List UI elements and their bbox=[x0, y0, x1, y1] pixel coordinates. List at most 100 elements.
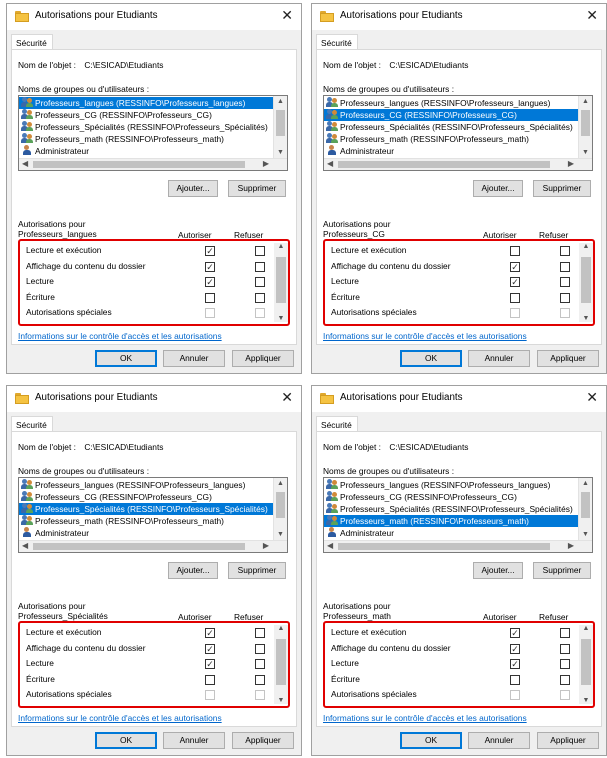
permissions-scrollbar[interactable]: ▲ ▼ bbox=[579, 243, 593, 322]
list-item[interactable]: Professeurs_langues (RESSINFO\Professeur… bbox=[19, 97, 273, 109]
close-icon[interactable]: ✕ bbox=[281, 389, 293, 405]
scroll-thumb[interactable] bbox=[276, 110, 285, 136]
list-item[interactable]: Professeurs_math (RESSINFO\Professeurs_m… bbox=[324, 515, 578, 527]
scroll-down-icon[interactable]: ▼ bbox=[579, 315, 593, 322]
allow-checkbox[interactable] bbox=[510, 246, 520, 256]
add-button[interactable]: Ajouter... bbox=[168, 180, 218, 197]
deny-checkbox[interactable] bbox=[560, 628, 570, 638]
scroll-right-icon[interactable]: ▶ bbox=[263, 541, 269, 550]
list-item[interactable]: Professeurs_langues (RESSINFO\Professeur… bbox=[324, 97, 578, 109]
scroll-up-icon[interactable]: ▲ bbox=[274, 480, 287, 487]
ok-button[interactable]: OK bbox=[400, 350, 462, 367]
scroll-down-icon[interactable]: ▼ bbox=[274, 149, 287, 156]
scroll-up-icon[interactable]: ▲ bbox=[274, 243, 288, 250]
deny-checkbox[interactable] bbox=[560, 261, 570, 272]
tab-security[interactable]: Sécurité bbox=[316, 34, 358, 50]
list-item[interactable]: Professeurs_math (RESSINFO\Professeurs_m… bbox=[324, 133, 578, 145]
list-item[interactable]: Professeurs_math (RESSINFO\Professeurs_m… bbox=[19, 133, 273, 145]
list-item[interactable]: Professeurs_CG (RESSINFO\Professeurs_CG) bbox=[324, 109, 578, 121]
groups-horizontal-scrollbar[interactable]: ◀ ▶ bbox=[19, 540, 287, 552]
list-item[interactable]: Professeurs_CG (RESSINFO\Professeurs_CG) bbox=[324, 491, 578, 503]
allow-checkbox[interactable] bbox=[205, 674, 215, 685]
list-item[interactable]: Professeurs_Spécialités (RESSINFO\Profes… bbox=[324, 503, 578, 515]
scroll-up-icon[interactable]: ▲ bbox=[579, 480, 592, 487]
list-item[interactable]: Professeurs_CG (RESSINFO\Professeurs_CG) bbox=[19, 109, 273, 121]
ok-button[interactable]: OK bbox=[95, 350, 157, 367]
allow-checkbox[interactable]: ✓ bbox=[510, 261, 520, 272]
scroll-right-icon[interactable]: ▶ bbox=[263, 159, 269, 168]
allow-checkbox[interactable]: ✓ bbox=[510, 643, 520, 654]
scroll-up-icon[interactable]: ▲ bbox=[274, 98, 287, 105]
scroll-thumb[interactable] bbox=[33, 161, 245, 168]
groups-listbox[interactable]: Professeurs_langues (RESSINFO\Professeur… bbox=[323, 95, 593, 171]
permissions-scrollbar[interactable]: ▲ ▼ bbox=[274, 243, 288, 322]
access-control-info-link[interactable]: Informations sur le contrôle d'accès et … bbox=[323, 331, 527, 341]
scroll-left-icon[interactable]: ◀ bbox=[22, 159, 28, 168]
deny-checkbox[interactable] bbox=[255, 277, 265, 287]
close-icon[interactable]: ✕ bbox=[281, 7, 293, 23]
allow-checkbox[interactable]: ✓ bbox=[510, 277, 520, 287]
scroll-thumb[interactable] bbox=[33, 543, 245, 550]
scroll-thumb[interactable] bbox=[276, 492, 285, 518]
deny-checkbox[interactable] bbox=[255, 674, 265, 685]
allow-checkbox[interactable]: ✓ bbox=[205, 628, 215, 638]
deny-checkbox[interactable] bbox=[255, 246, 265, 256]
tab-security[interactable]: Sécurité bbox=[11, 416, 53, 432]
deny-checkbox[interactable] bbox=[560, 674, 570, 685]
add-button[interactable]: Ajouter... bbox=[473, 180, 523, 197]
scroll-thumb[interactable] bbox=[276, 257, 286, 303]
list-item[interactable]: Administrateur bbox=[19, 527, 273, 539]
tab-security[interactable]: Sécurité bbox=[11, 34, 53, 50]
remove-button[interactable]: Supprimer bbox=[228, 562, 286, 579]
deny-checkbox[interactable] bbox=[255, 628, 265, 638]
ok-button[interactable]: OK bbox=[400, 732, 462, 749]
scroll-up-icon[interactable]: ▲ bbox=[579, 243, 593, 250]
scroll-down-icon[interactable]: ▼ bbox=[274, 315, 288, 322]
apply-button[interactable]: Appliquer bbox=[537, 732, 599, 749]
cancel-button[interactable]: Annuler bbox=[468, 350, 530, 367]
scroll-up-icon[interactable]: ▲ bbox=[579, 625, 593, 632]
permissions-scrollbar[interactable]: ▲ ▼ bbox=[579, 625, 593, 704]
remove-button[interactable]: Supprimer bbox=[533, 180, 591, 197]
apply-button[interactable]: Appliquer bbox=[232, 350, 294, 367]
list-item[interactable]: Professeurs_langues (RESSINFO\Professeur… bbox=[324, 479, 578, 491]
deny-checkbox[interactable] bbox=[560, 643, 570, 654]
groups-vertical-scrollbar[interactable]: ▲ ▼ bbox=[578, 96, 592, 158]
scroll-up-icon[interactable]: ▲ bbox=[579, 98, 592, 105]
access-control-info-link[interactable]: Informations sur le contrôle d'accès et … bbox=[18, 713, 222, 723]
list-item[interactable]: Professeurs_langues (RESSINFO\Professeur… bbox=[19, 479, 273, 491]
scroll-thumb[interactable] bbox=[581, 110, 590, 136]
list-item[interactable]: Professeurs_Spécialités (RESSINFO\Profes… bbox=[324, 121, 578, 133]
groups-listbox[interactable]: Professeurs_langues (RESSINFO\Professeur… bbox=[18, 477, 288, 553]
groups-horizontal-scrollbar[interactable]: ◀ ▶ bbox=[19, 158, 287, 170]
deny-checkbox[interactable] bbox=[255, 261, 265, 272]
remove-button[interactable]: Supprimer bbox=[533, 562, 591, 579]
access-control-info-link[interactable]: Informations sur le contrôle d'accès et … bbox=[18, 331, 222, 341]
close-icon[interactable]: ✕ bbox=[586, 7, 598, 23]
scroll-left-icon[interactable]: ◀ bbox=[327, 541, 333, 550]
scroll-right-icon[interactable]: ▶ bbox=[568, 541, 574, 550]
allow-checkbox[interactable] bbox=[205, 292, 215, 303]
cancel-button[interactable]: Annuler bbox=[163, 350, 225, 367]
groups-vertical-scrollbar[interactable]: ▲ ▼ bbox=[273, 96, 287, 158]
allow-checkbox[interactable]: ✓ bbox=[205, 261, 215, 272]
apply-button[interactable]: Appliquer bbox=[537, 350, 599, 367]
deny-checkbox[interactable] bbox=[560, 292, 570, 303]
list-item[interactable]: Professeurs_math (RESSINFO\Professeurs_m… bbox=[19, 515, 273, 527]
list-item[interactable]: Administrateur bbox=[324, 527, 578, 539]
scroll-thumb[interactable] bbox=[581, 492, 590, 518]
add-button[interactable]: Ajouter... bbox=[168, 562, 218, 579]
list-item[interactable]: Administrateur bbox=[19, 145, 273, 157]
scroll-down-icon[interactable]: ▼ bbox=[274, 697, 288, 704]
permissions-scrollbar[interactable]: ▲ ▼ bbox=[274, 625, 288, 704]
tab-security[interactable]: Sécurité bbox=[316, 416, 358, 432]
cancel-button[interactable]: Annuler bbox=[468, 732, 530, 749]
close-icon[interactable]: ✕ bbox=[586, 389, 598, 405]
access-control-info-link[interactable]: Informations sur le contrôle d'accès et … bbox=[323, 713, 527, 723]
deny-checkbox[interactable] bbox=[255, 643, 265, 654]
deny-checkbox[interactable] bbox=[560, 246, 570, 256]
allow-checkbox[interactable]: ✓ bbox=[510, 628, 520, 638]
allow-checkbox[interactable] bbox=[510, 674, 520, 685]
ok-button[interactable]: OK bbox=[95, 732, 157, 749]
scroll-down-icon[interactable]: ▼ bbox=[579, 697, 593, 704]
